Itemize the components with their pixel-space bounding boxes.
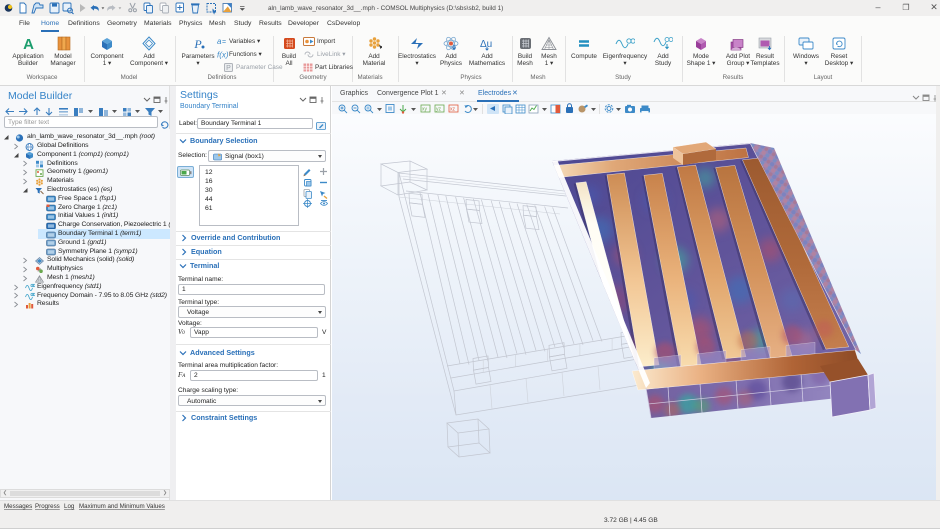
svg-text:yz: yz	[436, 107, 442, 113]
svg-text:f(x): f(x)	[217, 51, 229, 60]
svg-text:A: A	[23, 36, 34, 51]
svg-text:P: P	[193, 37, 202, 51]
svg-text:Δu: Δu	[480, 39, 492, 50]
svg-text:xz: xz	[450, 107, 456, 113]
svg-text:=: =	[222, 39, 226, 46]
svg-text:P: P	[226, 65, 231, 72]
svg-text:xy: xy	[422, 107, 428, 113]
